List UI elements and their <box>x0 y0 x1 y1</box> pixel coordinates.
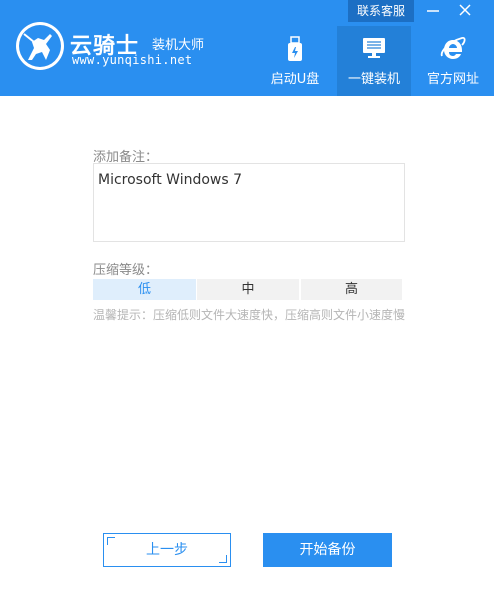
monitor-icon <box>363 38 385 58</box>
usb-icon <box>288 36 302 61</box>
knight-logo-icon <box>16 22 64 70</box>
button-corner-decoration <box>107 537 115 545</box>
note-input[interactable]: Microsoft Windows 7 <box>93 163 405 242</box>
button-corner-decoration <box>219 555 227 563</box>
nav-tab-install-label: 一键装机 <box>347 72 400 87</box>
close-button[interactable] <box>452 0 478 22</box>
nav-tab-website[interactable]: 官方网址 <box>416 26 490 96</box>
ie-icon <box>440 36 466 59</box>
contact-support-button[interactable]: 联系客服 <box>348 0 414 22</box>
title-bar: 云骑士 装机大师 www.yunqishi.net 联系客服 启动U盘 一键装机… <box>0 0 494 96</box>
close-icon <box>459 4 471 16</box>
minimize-button[interactable] <box>420 0 446 22</box>
nav-tab-usb-label: 启动U盘 <box>270 72 320 87</box>
compression-option-low[interactable]: 低 <box>93 279 196 300</box>
compression-option-medium[interactable]: 中 <box>196 279 299 300</box>
minimize-icon <box>427 10 439 12</box>
compression-hint: 温馨提示：压缩低则文件大速度快，压缩高则文件小速度慢 <box>93 308 406 322</box>
previous-step-label: 上一步 <box>146 542 188 558</box>
nav-tab-usb[interactable]: 启动U盘 <box>258 26 332 96</box>
brand-url: www.yunqishi.net <box>72 53 193 67</box>
brand-subtitle: 装机大师 <box>152 38 205 53</box>
nav-tab-install[interactable]: 一键装机 <box>337 26 411 96</box>
start-backup-button[interactable]: 开始备份 <box>263 533 392 567</box>
previous-step-button[interactable]: 上一步 <box>103 533 231 567</box>
compression-level-label: 压缩等级： <box>93 263 159 278</box>
compression-option-high[interactable]: 高 <box>300 279 402 300</box>
nav-tab-website-label: 官方网址 <box>426 72 479 87</box>
